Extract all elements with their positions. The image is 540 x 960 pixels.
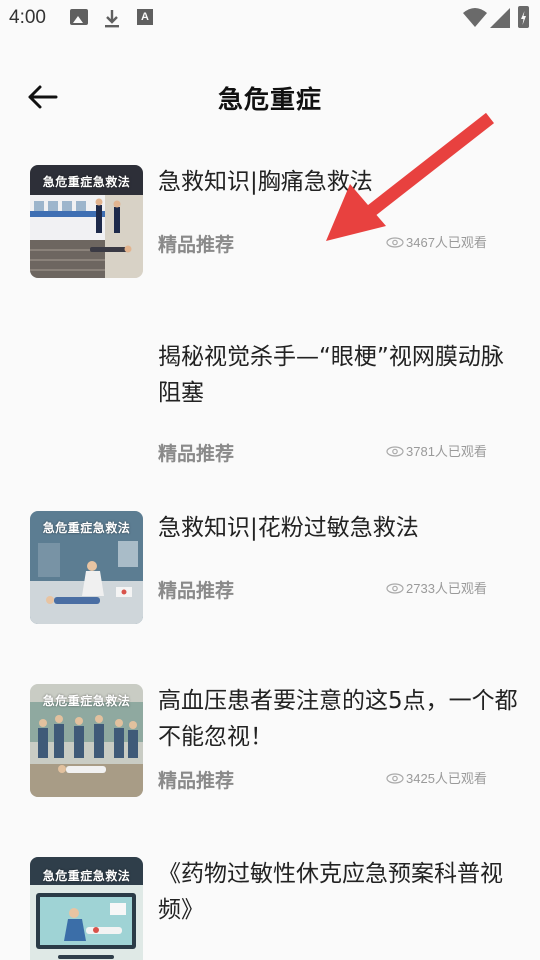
status-bar: 4:00 A bbox=[0, 0, 540, 38]
download-icon bbox=[105, 10, 119, 28]
eye-icon bbox=[386, 446, 404, 457]
article-thumbnail: 急危重症急救法 bbox=[30, 165, 143, 278]
view-count: 3467人已观看 bbox=[386, 232, 487, 251]
article-thumbnail bbox=[30, 340, 143, 453]
view-count-text: 3467人已观看 bbox=[406, 235, 487, 250]
view-count: 3781人已观看 bbox=[386, 441, 487, 460]
header: 急危重症 bbox=[0, 62, 540, 132]
image-icon bbox=[70, 9, 88, 25]
thumbnail-caption: 急危重症急救法 bbox=[42, 869, 131, 883]
view-count-text: 3781人已观看 bbox=[406, 444, 487, 459]
thumbnail-caption: 急危重症急救法 bbox=[42, 694, 131, 708]
recommend-badge: 精品推荐 bbox=[158, 770, 235, 792]
article-title: 急救知识|胸痛急救法 bbox=[158, 169, 373, 195]
eye-icon bbox=[386, 773, 404, 784]
wifi-icon bbox=[463, 8, 487, 27]
thumbnail-caption: 急危重症急救法 bbox=[42, 175, 131, 189]
status-time: 4:00 bbox=[9, 7, 46, 28]
recommend-badge: 精品推荐 bbox=[158, 234, 235, 256]
article-thumbnail: 急危重症急救法 bbox=[30, 857, 143, 960]
view-count-text: 3425人已观看 bbox=[406, 771, 487, 786]
view-count: 3425人已观看 bbox=[386, 768, 487, 787]
recommend-badge: 精品推荐 bbox=[158, 443, 235, 465]
thumbnail-caption: 急危重症急救法 bbox=[42, 521, 131, 535]
list-item[interactable]: 揭秘视觉杀手—“眼梗”视网膜动脉阻塞 精品推荐 3781人已观看 bbox=[0, 325, 540, 495]
article-title: 高血压患者要注意的这5点，一个都不能忽视！ bbox=[158, 688, 518, 750]
eye-icon bbox=[386, 583, 404, 594]
list-item[interactable]: 急危重症急救法 急救知识|花粉过敏急救法 精品推荐 2733人已观看 bbox=[0, 496, 540, 646]
article-thumbnail: 急危重症急救法 bbox=[30, 684, 143, 797]
article-title: 《药物过敏性休克应急预案科普视频》 bbox=[158, 861, 503, 923]
battery-charging-icon bbox=[518, 6, 529, 28]
recommend-badge: 精品推荐 bbox=[158, 580, 235, 602]
view-count: 2733人已观看 bbox=[386, 578, 487, 597]
eye-icon bbox=[386, 237, 404, 248]
signal-icon bbox=[490, 8, 510, 28]
list-item[interactable]: 急危重症急救法 《药物过敏性休克应急预案科普视频》 bbox=[0, 842, 540, 960]
article-title: 急救知识|花粉过敏急救法 bbox=[158, 515, 419, 541]
view-count-text: 2733人已观看 bbox=[406, 581, 487, 596]
article-thumbnail: 急危重症急救法 bbox=[30, 511, 143, 624]
list-item[interactable]: 急危重症急救法 急救知识|胸痛急救法 精品推荐 3467人已观看 bbox=[0, 150, 540, 300]
text-a-icon: A bbox=[137, 9, 153, 25]
page-title: 急危重症 bbox=[217, 85, 322, 114]
article-title: 揭秘视觉杀手—“眼梗”视网膜动脉阻塞 bbox=[158, 344, 504, 406]
list-item[interactable]: 急危重症急救法 高血压患者要注意的这5点，一个都不能忽视！ 精品推荐 3425人… bbox=[0, 669, 540, 839]
